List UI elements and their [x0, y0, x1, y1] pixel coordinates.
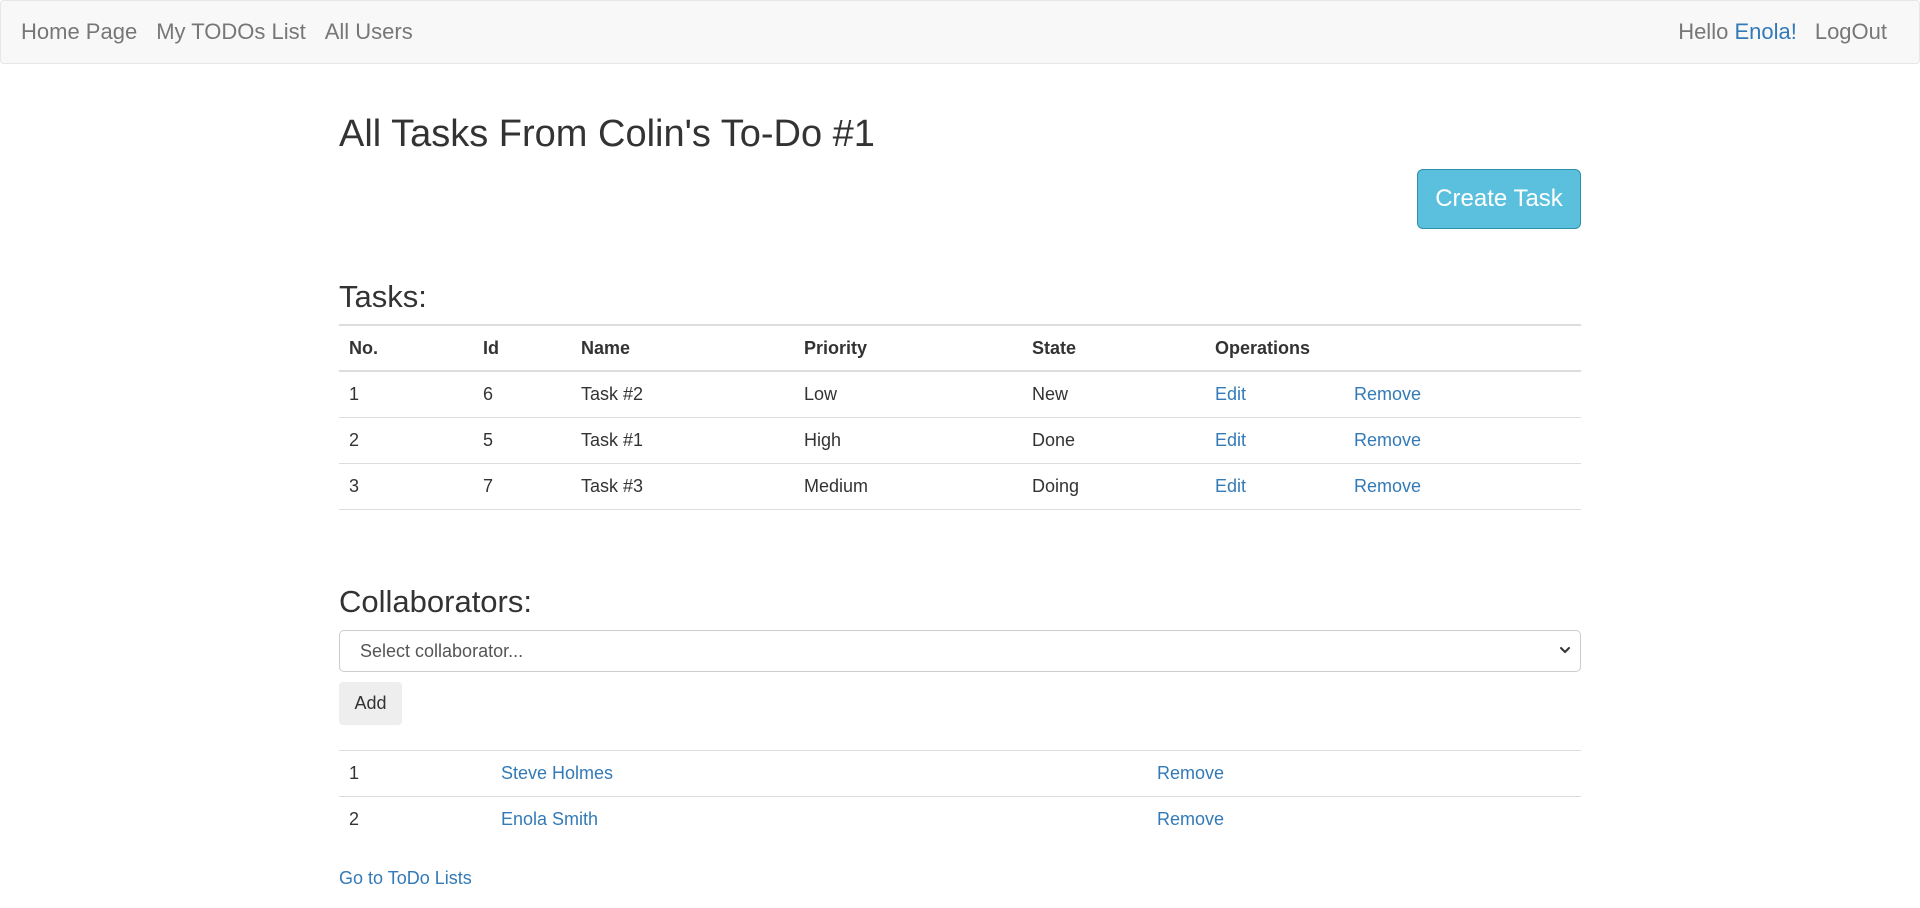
navbar-left: Home Page My TODOs List All Users: [21, 1, 432, 63]
col-header-no: No.: [339, 324, 473, 372]
collaborator-select-value: Select collaborator...: [360, 641, 524, 661]
collaborator-remove-cell: Remove: [1147, 796, 1581, 842]
collaborator-no: 1: [339, 750, 491, 797]
collaborator-no: 2: [339, 796, 491, 842]
go-to-todo-lists-link[interactable]: Go to ToDo Lists: [339, 868, 472, 889]
task-remove-cell: Remove: [1344, 371, 1581, 418]
collaborator-name-cell: Enola Smith: [491, 796, 1147, 842]
collaborator-remove-link[interactable]: Remove: [1157, 809, 1224, 829]
task-no: 1: [339, 371, 473, 418]
collaborator-name-link[interactable]: Enola Smith: [501, 809, 598, 829]
task-remove-cell: Remove: [1344, 463, 1581, 510]
task-id: 5: [473, 417, 571, 464]
nav-my-todos-list[interactable]: My TODOs List: [156, 19, 306, 45]
table-row: 1 Steve Holmes Remove: [339, 750, 1581, 797]
col-header-id: Id: [473, 324, 571, 372]
col-header-state: State: [1022, 324, 1205, 372]
task-edit-link[interactable]: Edit: [1215, 384, 1246, 404]
collaborator-remove-link[interactable]: Remove: [1157, 763, 1224, 783]
task-priority: High: [794, 417, 1022, 464]
tasks-heading: Tasks:: [339, 279, 427, 314]
task-edit-link[interactable]: Edit: [1215, 476, 1246, 496]
chevron-down-icon: [1558, 643, 1572, 662]
col-header-operations: Operations: [1205, 324, 1581, 372]
collaborators-table: 1 Steve Holmes Remove 2 Enola Smith Remo…: [339, 750, 1581, 842]
navbar-right: Hello Enola! LogOut: [1678, 1, 1887, 63]
task-state: New: [1022, 371, 1205, 418]
task-remove-link[interactable]: Remove: [1354, 476, 1421, 496]
task-edit-cell: Edit: [1205, 371, 1344, 418]
task-edit-link[interactable]: Edit: [1215, 430, 1246, 450]
collaborators-heading: Collaborators:: [339, 584, 532, 619]
collaborator-name-link[interactable]: Steve Holmes: [501, 763, 613, 783]
tasks-header-row: No. Id Name Priority State Operations: [339, 324, 1581, 372]
table-row: 1 6 Task #2 Low New Edit Remove: [339, 371, 1581, 418]
table-row: 2 5 Task #1 High Done Edit Remove: [339, 417, 1581, 464]
task-name: Task #1: [571, 417, 794, 464]
task-priority: Medium: [794, 463, 1022, 510]
col-header-name: Name: [571, 324, 794, 372]
task-no: 3: [339, 463, 473, 510]
task-state: Doing: [1022, 463, 1205, 510]
greeting-username[interactable]: Enola!: [1734, 19, 1796, 44]
task-no: 2: [339, 417, 473, 464]
table-row: 3 7 Task #3 Medium Doing Edit Remove: [339, 463, 1581, 510]
tasks-table: No. Id Name Priority State Operations 1 …: [339, 324, 1581, 510]
col-header-priority: Priority: [794, 324, 1022, 372]
greeting-text: Hello: [1678, 19, 1735, 44]
task-remove-link[interactable]: Remove: [1354, 384, 1421, 404]
nav-all-users[interactable]: All Users: [325, 19, 413, 45]
top-navbar: Home Page My TODOs List All Users Hello …: [0, 0, 1920, 64]
task-priority: Low: [794, 371, 1022, 418]
task-id: 7: [473, 463, 571, 510]
task-edit-cell: Edit: [1205, 417, 1344, 464]
task-state: Done: [1022, 417, 1205, 464]
page-title: All Tasks From Colin's To-Do #1: [339, 113, 875, 155]
create-task-button[interactable]: Create Task: [1417, 169, 1581, 229]
collaborator-remove-cell: Remove: [1147, 750, 1581, 797]
collaborator-name-cell: Steve Holmes: [491, 750, 1147, 797]
task-name: Task #3: [571, 463, 794, 510]
user-greeting: Hello Enola!: [1678, 19, 1797, 45]
task-remove-cell: Remove: [1344, 417, 1581, 464]
nav-home-page[interactable]: Home Page: [21, 19, 137, 45]
logout-link[interactable]: LogOut: [1815, 19, 1887, 45]
task-name: Task #2: [571, 371, 794, 418]
collaborator-select[interactable]: Select collaborator...: [339, 630, 1581, 672]
add-collaborator-button[interactable]: Add: [339, 682, 402, 725]
task-remove-link[interactable]: Remove: [1354, 430, 1421, 450]
task-edit-cell: Edit: [1205, 463, 1344, 510]
table-row: 2 Enola Smith Remove: [339, 796, 1581, 842]
task-id: 6: [473, 371, 571, 418]
